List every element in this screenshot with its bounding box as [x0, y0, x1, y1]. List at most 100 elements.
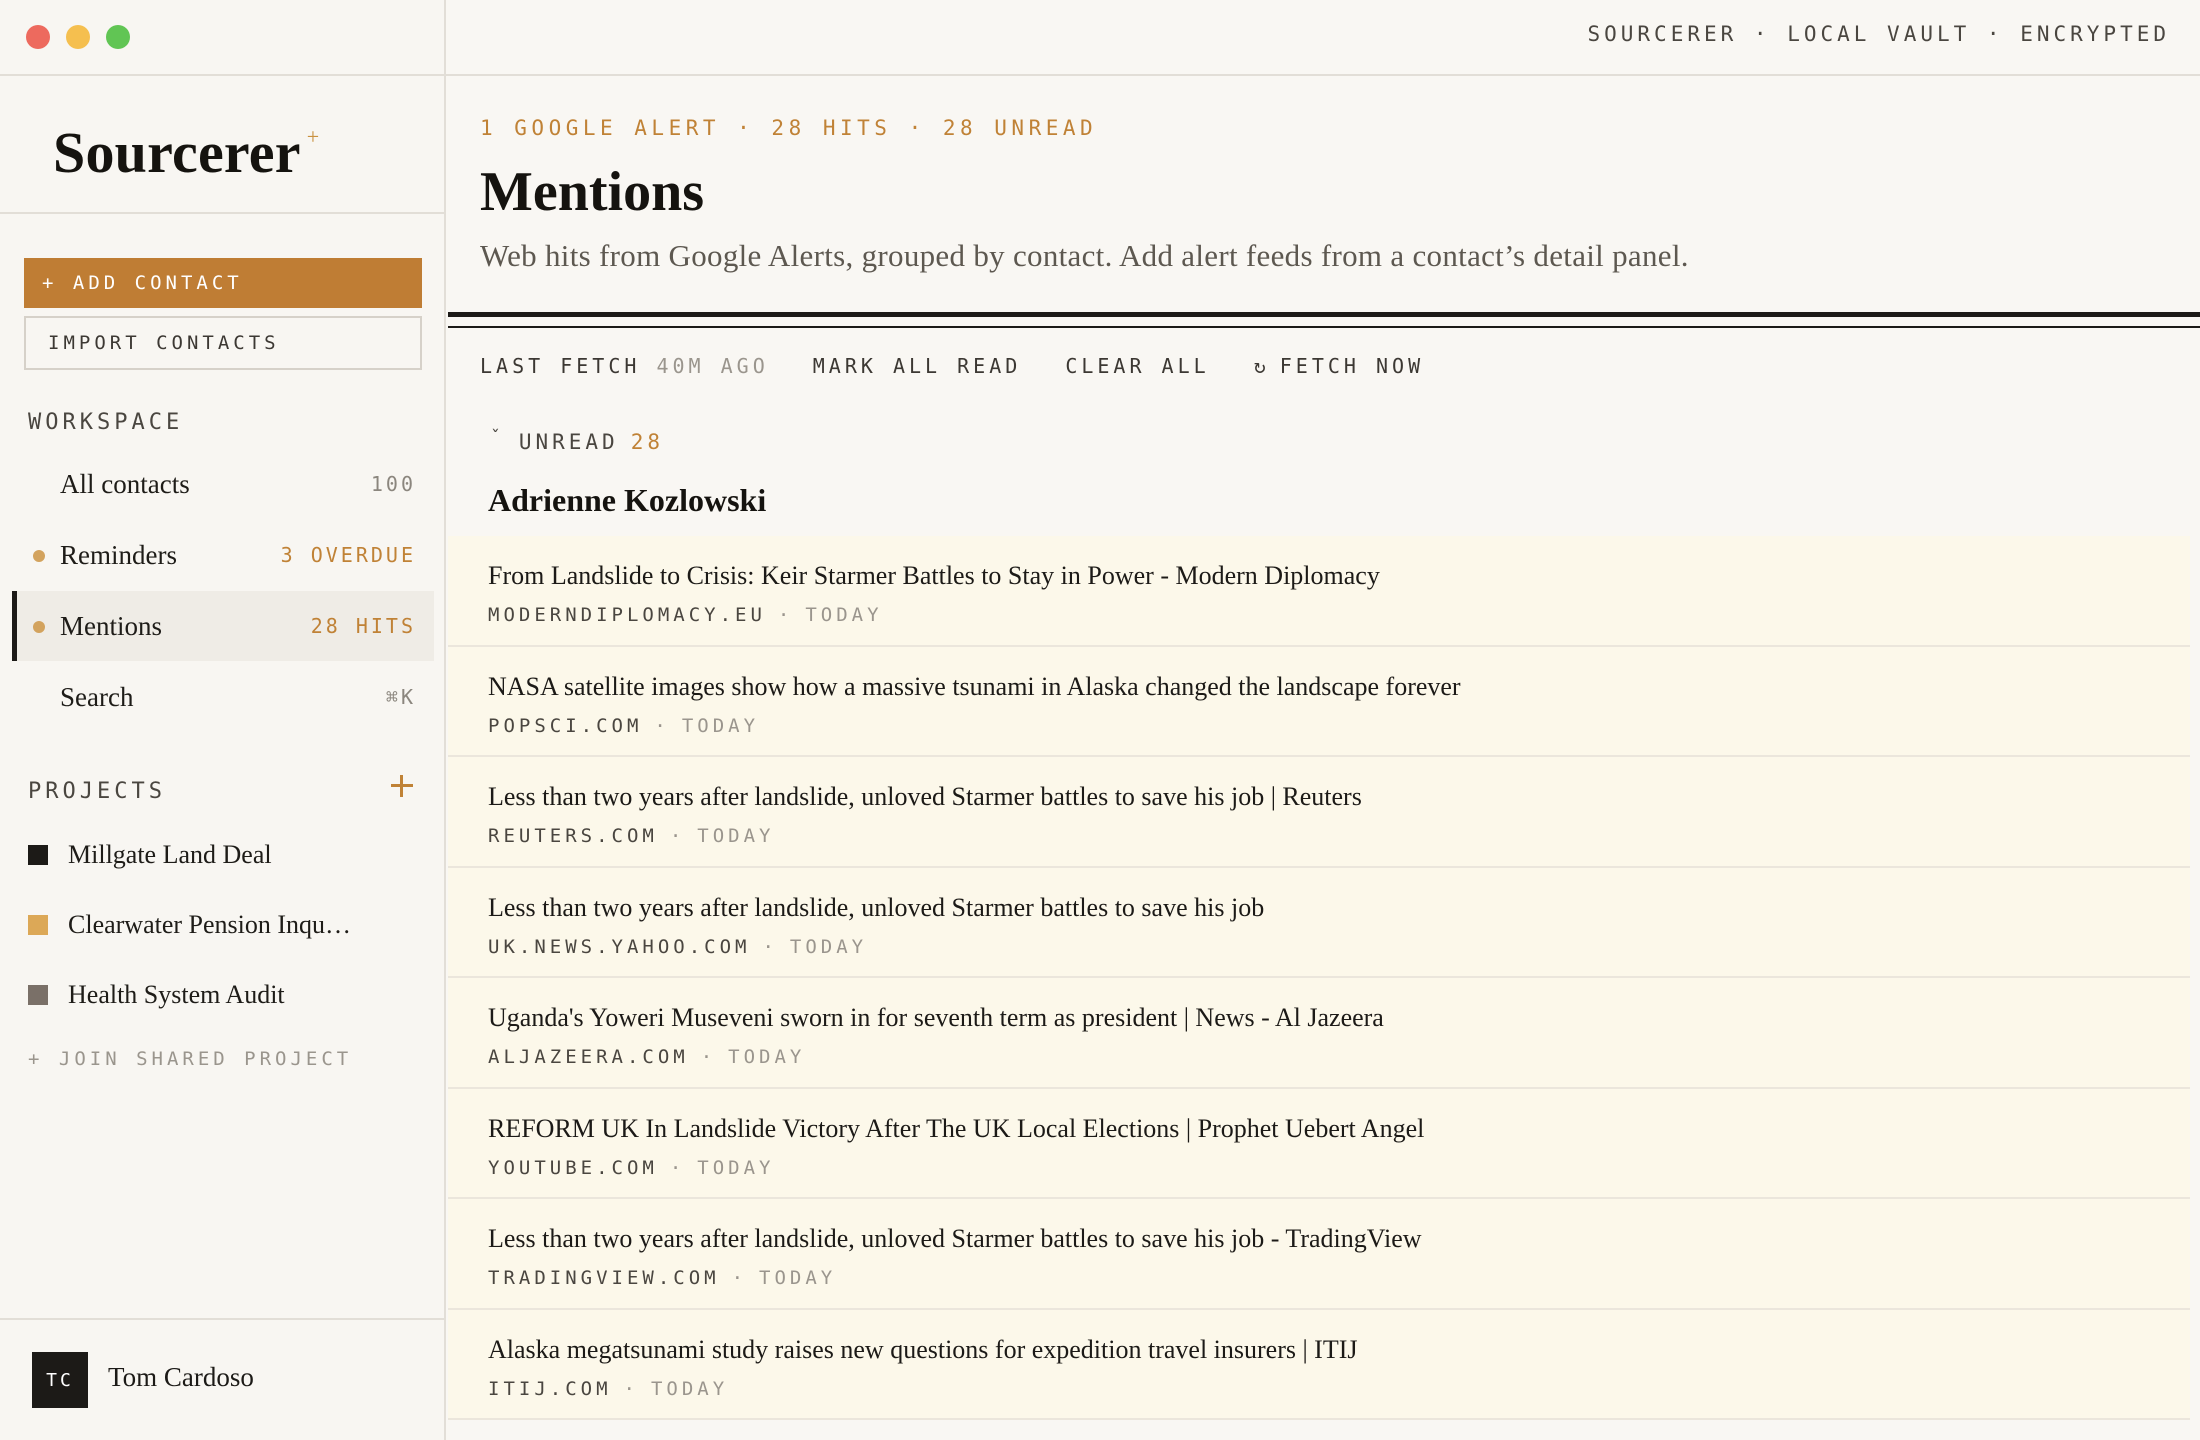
hit-meta: TRADINGVIEW.COM · TODAY	[488, 1267, 2190, 1289]
hit-row[interactable]: REFORM UK In Landslide Victory After The…	[448, 1088, 2190, 1199]
hit-row[interactable]: NASA satellite images show how a massive…	[448, 646, 2190, 757]
unread-dot-icon	[33, 621, 45, 633]
separator: ·	[654, 714, 670, 737]
hit-title[interactable]: From Landslide to Crisis: Keir Starmer B…	[488, 558, 2190, 594]
hit-row[interactable]: Uganda's Yoweri Museveni sworn in for se…	[448, 978, 2190, 1089]
page-subtitle: Web hits from Google Alerts, grouped by …	[480, 238, 1689, 273]
project-item-health-audit[interactable]: Health System Audit	[28, 975, 285, 1015]
page-title: Mentions	[480, 161, 704, 223]
sidebar: Sourcerer + + ADD CONTACT IMPORT CONTACT…	[0, 0, 446, 1440]
titlebar-divider	[0, 74, 2200, 76]
workspace-heading: WORKSPACE	[28, 410, 184, 435]
clear-all-button[interactable]: CLEAR ALL	[1065, 354, 1209, 378]
divider	[448, 312, 2200, 317]
contact-group-name: Adrienne Kozlowski	[488, 482, 767, 518]
hit-domain: ITIJ.COM	[488, 1377, 612, 1400]
hit-date: TODAY	[697, 825, 775, 847]
join-shared-project-link[interactable]: + JOIN SHARED PROJECT	[28, 1048, 352, 1070]
hit-date: TODAY	[805, 604, 883, 626]
separator: ·	[731, 1267, 748, 1289]
hit-domain: YOUTUBE.COM	[488, 1156, 658, 1179]
hit-domain: UK.NEWS.YAHOO.COM	[488, 935, 751, 958]
hits-badge: 28 HITS	[310, 614, 416, 638]
hit-domain: TRADINGVIEW.COM	[488, 1267, 720, 1289]
mark-all-read-button[interactable]: MARK ALL READ	[813, 354, 1022, 378]
shortcut-hint: ⌘K	[385, 685, 416, 709]
hit-meta: ALJAZEERA.COM · TODAY	[488, 1046, 2190, 1068]
nav-item-mentions[interactable]: Mentions 28 HITS	[12, 591, 434, 661]
avatar[interactable]: TC	[32, 1352, 88, 1408]
hit-title[interactable]: REFORM UK In Landslide Victory After The…	[488, 1111, 2190, 1147]
import-contacts-button[interactable]: IMPORT CONTACTS	[24, 316, 422, 370]
hit-date: TODAY	[789, 935, 868, 958]
nav-item-all-contacts[interactable]: All contacts 100	[12, 449, 434, 519]
app-logo: Sourcerer +	[53, 120, 319, 186]
hit-title[interactable]: Less than two years after landslide, unl…	[488, 1221, 2190, 1257]
hit-date: TODAY	[759, 1267, 837, 1289]
project-item-millgate[interactable]: Millgate Land Deal	[28, 835, 272, 875]
hit-title[interactable]: Less than two years after landslide, unl…	[488, 890, 2190, 926]
hit-date: TODAY	[650, 1377, 729, 1400]
hit-title[interactable]: Alaska megatsunami study raises new ques…	[488, 1332, 2190, 1368]
hit-meta: ITIJ.COM · TODAY	[488, 1378, 2190, 1400]
project-color-square-icon	[28, 845, 48, 865]
close-window-button[interactable]	[26, 25, 50, 49]
logo-wordmark: Sourcerer	[53, 120, 301, 185]
minimize-window-button[interactable]	[66, 25, 90, 49]
projects-heading: PROJECTS	[28, 779, 166, 804]
hit-domain: REUTERS.COM	[488, 825, 658, 847]
hit-meta: POPSCI.COM · TODAY	[488, 715, 2190, 737]
vault-status: SOURCERER · LOCAL VAULT · ENCRYPTED	[1587, 22, 2170, 46]
nav-item-count: 100	[370, 472, 416, 496]
hit-row[interactable]: Less than two years after landslide, unl…	[448, 867, 2190, 978]
hit-date: TODAY	[697, 1156, 775, 1179]
nav-item-label: All contacts	[60, 468, 190, 499]
hit-meta: UK.NEWS.YAHOO.COM · TODAY	[488, 936, 2190, 958]
project-item-clearwater[interactable]: Clearwater Pension Inqu…	[28, 905, 351, 945]
hit-row[interactable]: From Landslide to Crisis: Keir Starmer B…	[448, 536, 2190, 647]
hit-row[interactable]: Less than two years after landslide, unl…	[448, 1199, 2190, 1310]
unread-dot-icon	[33, 550, 45, 562]
project-name: Millgate Land Deal	[68, 840, 272, 869]
group-count: 28	[630, 430, 664, 454]
hit-domain: MODERNDIPLOMACY.EU	[488, 604, 766, 626]
mentions-toolbar: LAST FETCH 40M AGO MARK ALL READ CLEAR A…	[480, 354, 1424, 378]
divider	[0, 1318, 446, 1320]
divider	[448, 326, 2200, 328]
hit-meta: REUTERS.COM · TODAY	[488, 825, 2190, 847]
nav-item-label: Search	[60, 681, 134, 712]
nav-item-reminders[interactable]: Reminders 3 OVERDUE	[12, 520, 434, 590]
hit-row[interactable]: Less than two years after landslide, unl…	[448, 757, 2190, 868]
separator: ·	[669, 1156, 686, 1179]
last-fetch-label: LAST FETCH	[480, 354, 641, 378]
fetch-now-button[interactable]: ↻ FETCH NOW	[1254, 354, 1424, 378]
overdue-badge: 3 OVERDUE	[280, 543, 416, 567]
project-color-square-icon	[28, 985, 48, 1005]
import-contacts-label: IMPORT CONTACTS	[48, 332, 280, 354]
maximize-window-button[interactable]	[106, 25, 130, 49]
unread-group-toggle[interactable]: ˇ UNREAD 28	[490, 426, 664, 455]
add-project-plus-icon[interactable]	[389, 773, 415, 799]
user-name[interactable]: Tom Cardoso	[108, 1362, 254, 1393]
hit-meta: YOUTUBE.COM · TODAY	[488, 1157, 2190, 1179]
nav-item-label: Mentions	[60, 610, 163, 641]
hit-domain: ALJAZEERA.COM	[488, 1046, 689, 1068]
divider	[0, 212, 446, 214]
chevron-down-icon: ˇ	[490, 426, 505, 448]
refresh-icon: ↻	[1253, 354, 1270, 378]
hit-title[interactable]: Less than two years after landslide, unl…	[488, 779, 2190, 815]
window-controls	[26, 25, 130, 49]
fetch-now-label: FETCH NOW	[1279, 354, 1425, 378]
hit-date: TODAY	[728, 1046, 806, 1068]
hit-date: TODAY	[681, 714, 760, 737]
hit-title[interactable]: Uganda's Yoweri Museveni sworn in for se…	[488, 1000, 2190, 1036]
add-contact-button[interactable]: + ADD CONTACT	[24, 258, 422, 308]
nav-item-search[interactable]: Search ⌘K	[12, 662, 434, 732]
last-fetch-value: 40M AGO	[656, 354, 769, 378]
sparkle-icon: +	[306, 124, 320, 149]
hit-meta: MODERNDIPLOMACY.EU · TODAY	[488, 604, 2190, 626]
mentions-summary: 1 GOOGLE ALERT · 28 HITS · 28 UNREAD	[480, 116, 1098, 140]
hit-title[interactable]: NASA satellite images show how a massive…	[488, 669, 2190, 705]
hit-row[interactable]: Alaska megatsunami study raises new ques…	[448, 1309, 2190, 1420]
separator: ·	[700, 1046, 717, 1068]
